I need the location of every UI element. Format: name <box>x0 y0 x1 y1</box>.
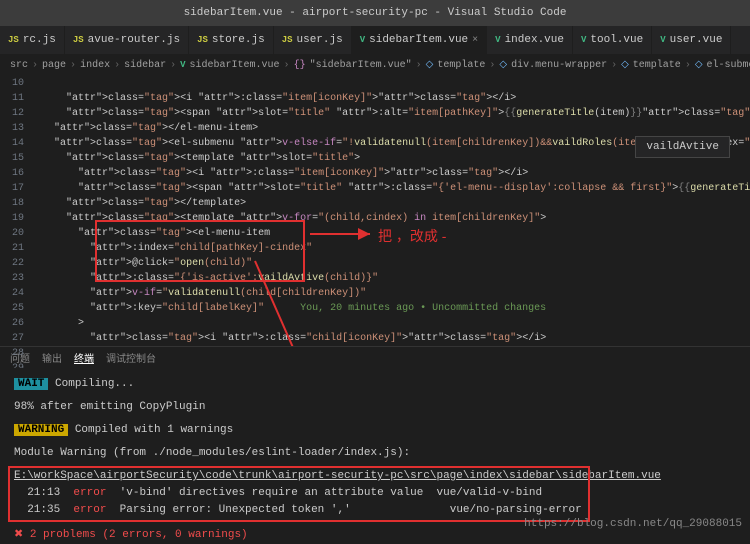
tab-avue-router[interactable]: JSavue-router.js <box>65 26 189 54</box>
js-icon: JS <box>8 35 19 45</box>
module-warning: Module Warning (from ./node_modules/esli… <box>14 445 736 462</box>
code-content[interactable]: "attr">class="tag"><i "attr">:class="ite… <box>30 76 750 346</box>
window-title: sidebarItem.vue - airport-security-pc - … <box>184 7 567 19</box>
vue-icon: V <box>360 35 365 45</box>
terminal-panel[interactable]: WAIT Compiling... 98% after emitting Cop… <box>0 368 750 528</box>
tab-user-js[interactable]: JSuser.js <box>274 26 352 54</box>
tab-sidebaritem[interactable]: VsidebarItem.vue× <box>352 26 487 54</box>
editor-area[interactable]: 10 11 12 13 14 15 16 17 18 19 20 21 22 2… <box>0 76 750 346</box>
terminal-progress: 98% after emitting CopyPlugin <box>14 399 736 416</box>
termtab-debug[interactable]: 调试控制台 <box>106 350 156 366</box>
tab-user-vue[interactable]: Vuser.vue <box>652 26 731 54</box>
tab-rc-js[interactable]: JSrc.js <box>0 26 65 54</box>
tab-tool-vue[interactable]: Vtool.vue <box>573 26 652 54</box>
close-icon[interactable]: × <box>472 35 478 46</box>
vue-icon: V <box>180 60 185 70</box>
termtab-terminal[interactable]: 终端 <box>74 350 94 366</box>
vue-icon: V <box>660 35 665 45</box>
terminal-tabs: 问题 输出 终端 调试控制台 <box>0 346 750 368</box>
intellisense-hint[interactable]: vaildAvtive <box>635 136 730 158</box>
tab-store[interactable]: JSstore.js <box>189 26 274 54</box>
annotation-text: 把 ，改成 - <box>378 226 446 246</box>
breadcrumb[interactable]: src› page› index› sidebar› VsidebarItem.… <box>0 54 750 76</box>
tab-index-vue[interactable]: Vindex.vue <box>487 26 573 54</box>
tab-bar: JSrc.js JSavue-router.js JSstore.js JSus… <box>0 26 750 54</box>
warning-badge: WARNING <box>14 424 68 436</box>
termtab-output[interactable]: 输出 <box>42 350 62 366</box>
wait-badge: WAIT <box>14 378 48 390</box>
vue-icon: V <box>581 35 586 45</box>
error-file-path: E:\workSpace\airportSecurity\code\trunk\… <box>14 468 736 485</box>
vue-icon: V <box>495 35 500 45</box>
js-icon: JS <box>73 35 84 45</box>
window-titlebar: sidebarItem.vue - airport-security-pc - … <box>0 0 750 26</box>
js-icon: JS <box>282 35 293 45</box>
line-gutter: 10 11 12 13 14 15 16 17 18 19 20 21 22 2… <box>0 76 30 346</box>
watermark: https://blog.csdn.net/qq_29088015 <box>524 518 742 530</box>
js-icon: JS <box>197 35 208 45</box>
